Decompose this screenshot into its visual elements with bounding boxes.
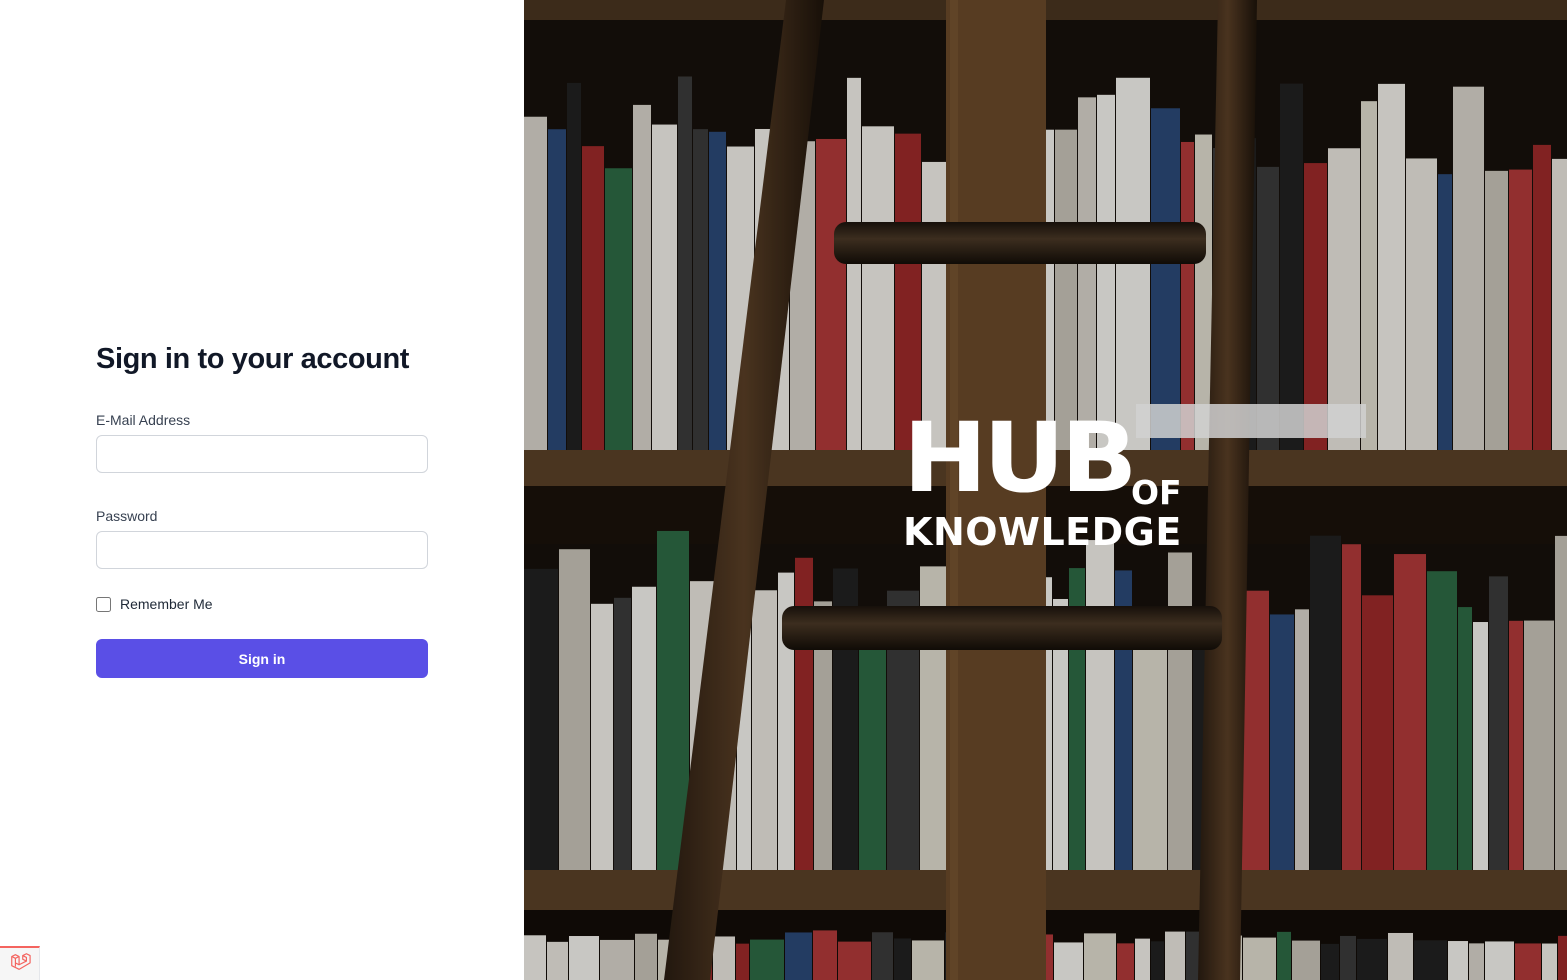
login-panel: Sign in to your account E-Mail Address P… [0, 0, 524, 980]
page-title: Sign in to your account [96, 343, 410, 375]
remember-me-row: Remember Me [96, 596, 428, 612]
debug-toolbar-toggle[interactable] [0, 946, 40, 980]
email-field[interactable] [96, 435, 428, 473]
remember-me-label[interactable]: Remember Me [120, 596, 213, 612]
email-label: E-Mail Address [96, 412, 191, 428]
password-field[interactable] [96, 531, 428, 569]
logo-text-knowledge: KNOWLEDGE [903, 510, 1182, 554]
hero-image-panel: HUB OF KNOWLEDGE [524, 0, 1567, 980]
logo-text-hub: HUB [903, 402, 1138, 514]
logo-text-of: OF [1131, 473, 1182, 512]
hub-of-knowledge-logo: HUB OF KNOWLEDGE [903, 410, 1193, 554]
password-label: Password [96, 508, 158, 524]
login-page: Sign in to your account E-Mail Address P… [0, 0, 1567, 980]
remember-me-checkbox[interactable] [96, 596, 111, 612]
laravel-logo-icon [9, 951, 31, 978]
login-form: Sign in to your account E-Mail Address P… [96, 338, 428, 678]
sign-in-button[interactable]: Sign in [96, 639, 428, 678]
